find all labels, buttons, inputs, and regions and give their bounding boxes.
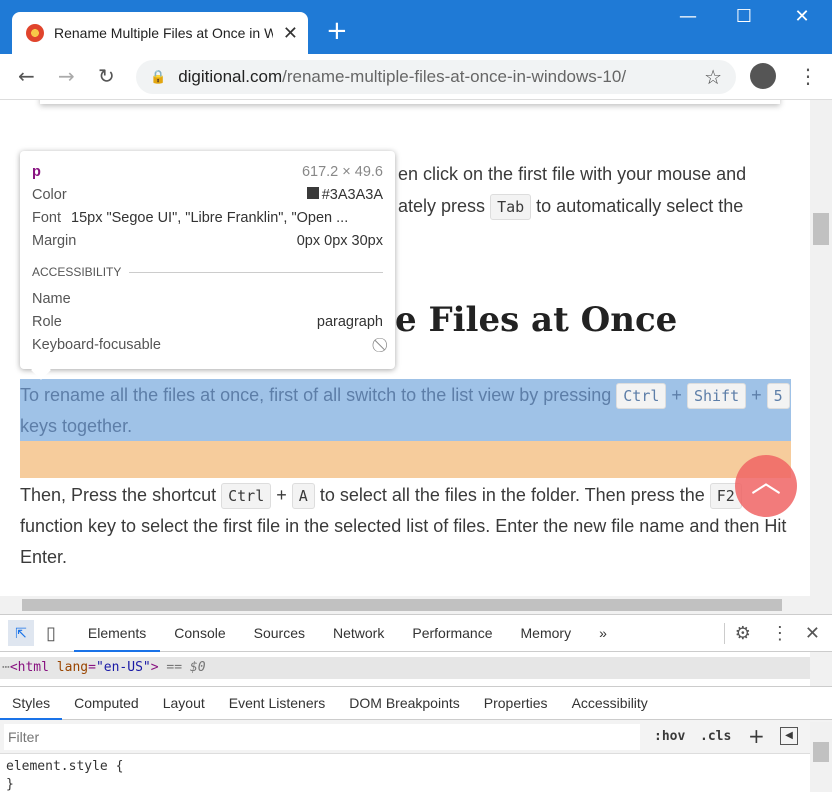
subtab-computed[interactable]: Computed [62, 686, 151, 720]
browser-tab[interactable]: Rename Multiple Files at Once in Windows… [12, 12, 308, 54]
cls-toggle[interactable]: .cls [700, 729, 731, 744]
site-favicon-icon [26, 24, 44, 42]
url-path: /rename-multiple-files-at-once-in-window… [282, 67, 627, 86]
color-swatch [306, 187, 319, 199]
profile-avatar-icon[interactable] [750, 63, 776, 89]
bookmark-star-icon[interactable]: ☆ [704, 65, 722, 90]
address-bar[interactable]: 🔒 digitional.com/rename-multiple-files-a… [136, 60, 736, 94]
inspect-tooltip: p 617.2 × 49.6 Color #3A3A3A Font 15px "Seg… [20, 151, 395, 380]
tab-console[interactable]: Console [160, 614, 239, 652]
tab-sources[interactable]: Sources [240, 614, 319, 652]
settings-gear-icon[interactable]: ⚙ [723, 622, 761, 644]
dom-tree: ⋯<html lang="en-US"> == $0 [0, 652, 810, 686]
scroll-thumb[interactable] [813, 213, 829, 245]
forward-icon[interactable]: → [58, 64, 75, 88]
tab-title: Rename Multiple Files at Once in Windows… [54, 25, 273, 41]
devtools-tabbar: ⇱ ▯ Elements Console Sources Network Per… [0, 614, 832, 652]
close-devtools-icon[interactable]: ✕ [799, 623, 832, 644]
new-style-rule-icon[interactable]: + [748, 724, 765, 748]
card-edge [40, 100, 780, 104]
subtab-layout[interactable]: Layout [151, 686, 217, 720]
subtab-accessibility[interactable]: Accessibility [560, 686, 660, 720]
lock-icon: 🔒 [150, 69, 167, 84]
more-tabs-button[interactable]: » [585, 614, 621, 652]
section-heading: e Files at Once [395, 300, 678, 340]
inspect-element-icon[interactable]: ⇱ [8, 620, 34, 646]
minimize-button[interactable]: — [668, 6, 708, 27]
hov-toggle[interactable]: :hov [654, 729, 685, 744]
close-tab-icon[interactable]: ✕ [283, 23, 298, 44]
tree-scrollbar[interactable] [810, 652, 832, 686]
tab-network[interactable]: Network [319, 614, 398, 652]
paragraph-line: en click on the first file with your mou… [398, 164, 747, 184]
menu-icon[interactable]: ⋮ [798, 64, 818, 88]
new-tab-button[interactable]: + [326, 16, 348, 46]
selected-node[interactable]: ⋯<html lang="en-US"> == $0 [0, 657, 810, 679]
style-rule: element.style {} [6, 759, 124, 792]
tab-elements[interactable]: Elements [73, 614, 161, 652]
subtab-properties[interactable]: Properties [472, 686, 560, 720]
tab-performance[interactable]: Performance [398, 614, 506, 652]
device-toolbar-icon[interactable]: ▯ [46, 623, 56, 644]
subtab-styles[interactable]: Styles [0, 686, 63, 720]
selected-paragraph: To rename all the files at once, first o… [20, 380, 791, 442]
highlight-margin-box [20, 441, 791, 478]
subtab-event-listeners[interactable]: Event Listeners [217, 686, 338, 720]
more-options-icon[interactable]: ⋮ [761, 623, 799, 644]
tab-memory[interactable]: Memory [507, 614, 586, 652]
styles-subtabs: Styles Computed Layout Event Listeners D… [0, 686, 832, 720]
back-icon[interactable]: ← [18, 64, 35, 88]
toggle-sidebar-icon[interactable]: ◀ [780, 727, 798, 745]
toolbar: ← → ↻ 🔒 digitional.com/rename-multiple-f… [0, 54, 832, 100]
scroll-to-top-button[interactable]: ︿ [735, 455, 797, 517]
paragraph-line: ately press Tab to automatically select … [398, 191, 743, 222]
styles-scrollbar[interactable] [810, 722, 832, 792]
close-window-button[interactable]: ✕ [782, 6, 822, 27]
scroll-thumb[interactable] [22, 599, 782, 611]
vertical-scrollbar[interactable] [810, 100, 832, 596]
maximize-button[interactable]: ☐ [724, 6, 764, 27]
url-host: digitional.com [178, 67, 283, 86]
kbd-tab: Tab [490, 194, 532, 220]
paragraph: Then, Press the shortcut Ctrl + A to sel… [20, 483, 787, 567]
reload-icon[interactable]: ↻ [98, 64, 115, 88]
filter-bar: :hov .cls + ◀ [0, 720, 832, 754]
horizontal-scrollbar[interactable] [0, 596, 832, 614]
subtab-dom-breakpoints[interactable]: DOM Breakpoints [337, 686, 471, 720]
styles-filter-input[interactable] [4, 724, 640, 750]
